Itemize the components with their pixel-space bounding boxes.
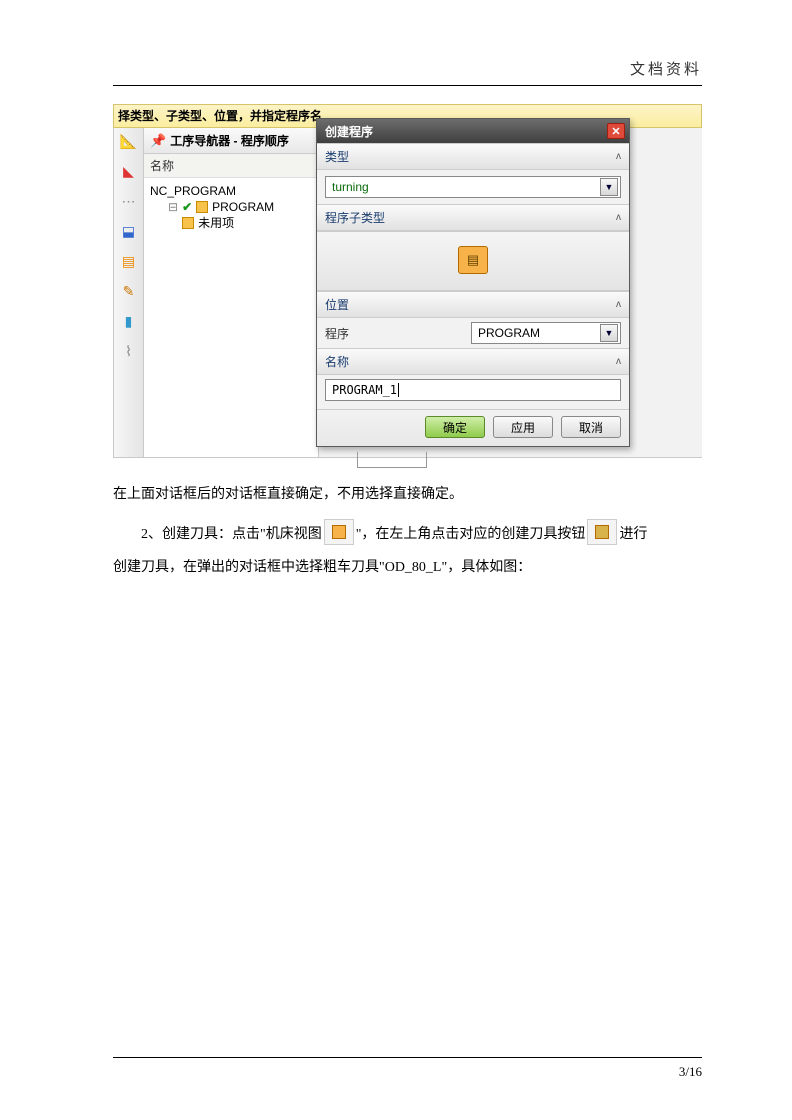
operation-navigator: 📌 工序导航器 - 程序顺序 名称 NC_PROGRAM ⊟ ✔ PROGRAM… [144,128,319,457]
cancel-button[interactable]: 取消 [561,416,621,438]
type-dropdown[interactable]: turning ▼ [325,176,621,198]
create-program-dialog: 创建程序 ✕ 类型 ʌ turning ▼ 程序子类型 [316,118,630,447]
section-label: 程序子类型 [325,209,385,226]
ok-button[interactable]: 确定 [425,416,485,438]
tree-item[interactable]: ⊟ 未用项 [150,214,312,231]
section-subtype-header[interactable]: 程序子类型 ʌ [317,204,629,231]
program-tree: NC_PROGRAM ⊟ ✔ PROGRAM ⊟ 未用项 [144,178,318,235]
page-number: 3/16 [113,1064,702,1080]
tree-item-label: 未用项 [198,214,234,231]
section-label: 名称 [325,353,349,370]
navigator-title: 工序导航器 - 程序顺序 [170,132,289,149]
chevron-up-icon: ʌ [616,212,621,223]
program-dropdown[interactable]: PROGRAM ▼ [471,322,621,344]
name-input-value: PROGRAM_1 [332,383,397,397]
dropdown-value: PROGRAM [478,326,540,340]
text-run: "，在左上角点击对应的创建刀具按钮 [356,527,586,542]
machine-view-icon [324,519,354,545]
create-tool-icon [587,519,617,545]
text-cursor [398,383,399,397]
subtype-program-icon[interactable]: ▤ [458,246,488,274]
dialog-title: 创建程序 [325,123,373,140]
toolbar-icon[interactable]: ▤ [119,252,139,272]
footer-rule [113,1057,702,1058]
apply-button[interactable]: 应用 [493,416,553,438]
name-input[interactable]: PROGRAM_1 [325,379,621,401]
toolbar-icon[interactable]: ✎ [119,282,139,302]
tree-item[interactable]: ⊟ ✔ PROGRAM [150,200,312,214]
page-header: 文档资料 [113,58,702,79]
pin-icon[interactable]: 📌 [150,133,166,149]
dialog-titlebar: 创建程序 ✕ [317,119,629,143]
paragraph: 2、创建刀具：点击"机床视图 "，在左上角点击对应的创建刀具按钮 进行 [113,518,702,552]
section-name-header[interactable]: 名称 ʌ [317,348,629,375]
tab-stub [357,452,427,468]
toolbar-icon[interactable]: ◣ [119,162,139,182]
program-label: 程序 [325,325,349,342]
check-icon: ✔ [182,200,192,214]
toolbar-icon[interactable]: ⋯ [119,192,139,212]
vertical-toolbar: 📐 ◣ ⋯ ⬓ ▤ ✎ ▮ ⌇ [114,128,144,457]
close-icon[interactable]: ✕ [607,123,625,139]
document-body: 在上面对话框后的对话框直接确定，不用选择直接确定。 2、创建刀具：点击"机床视图… [113,478,702,585]
toolbar-icon[interactable]: 📐 [119,132,139,152]
paragraph: 在上面对话框后的对话框直接确定，不用选择直接确定。 [113,478,702,512]
program-icon [182,217,194,229]
paragraph: 创建刀具，在弹出的对话框中选择粗车刀具"OD_80_L"，具体如图： [113,551,702,585]
toolbar-icon[interactable]: ▮ [119,312,139,332]
chevron-down-icon: ▼ [600,324,618,342]
toolbar-icon[interactable]: ⬓ [119,222,139,242]
screenshot-figure: 择类型、子类型、位置，并指定程序名 📐 ◣ ⋯ ⬓ ▤ ✎ ▮ ⌇ 📌 工序导航… [113,104,702,458]
main-area: 创建程序 ✕ 类型 ʌ turning ▼ 程序子类型 [319,128,702,457]
navigator-column-header: 名称 [144,154,318,178]
navigator-title-bar: 📌 工序导航器 - 程序顺序 [144,128,318,154]
chevron-up-icon: ʌ [616,151,621,162]
program-icon [196,201,208,213]
dash-icon: ⊟ [168,200,178,214]
text-run: 进行 [619,527,647,542]
chevron-up-icon: ʌ [616,356,621,367]
dropdown-value: turning [332,180,369,194]
toolbar-icon[interactable]: ⌇ [119,342,139,362]
header-rule [113,85,702,86]
tree-root[interactable]: NC_PROGRAM [150,182,312,200]
section-label: 类型 [325,148,349,165]
section-location-header[interactable]: 位置 ʌ [317,291,629,318]
text-run: 2、创建刀具：点击"机床视图 [141,527,322,542]
section-label: 位置 [325,296,349,313]
chevron-up-icon: ʌ [616,299,621,310]
tree-item-label: PROGRAM [212,200,274,214]
section-type-header[interactable]: 类型 ʌ [317,143,629,170]
chevron-down-icon: ▼ [600,178,618,196]
